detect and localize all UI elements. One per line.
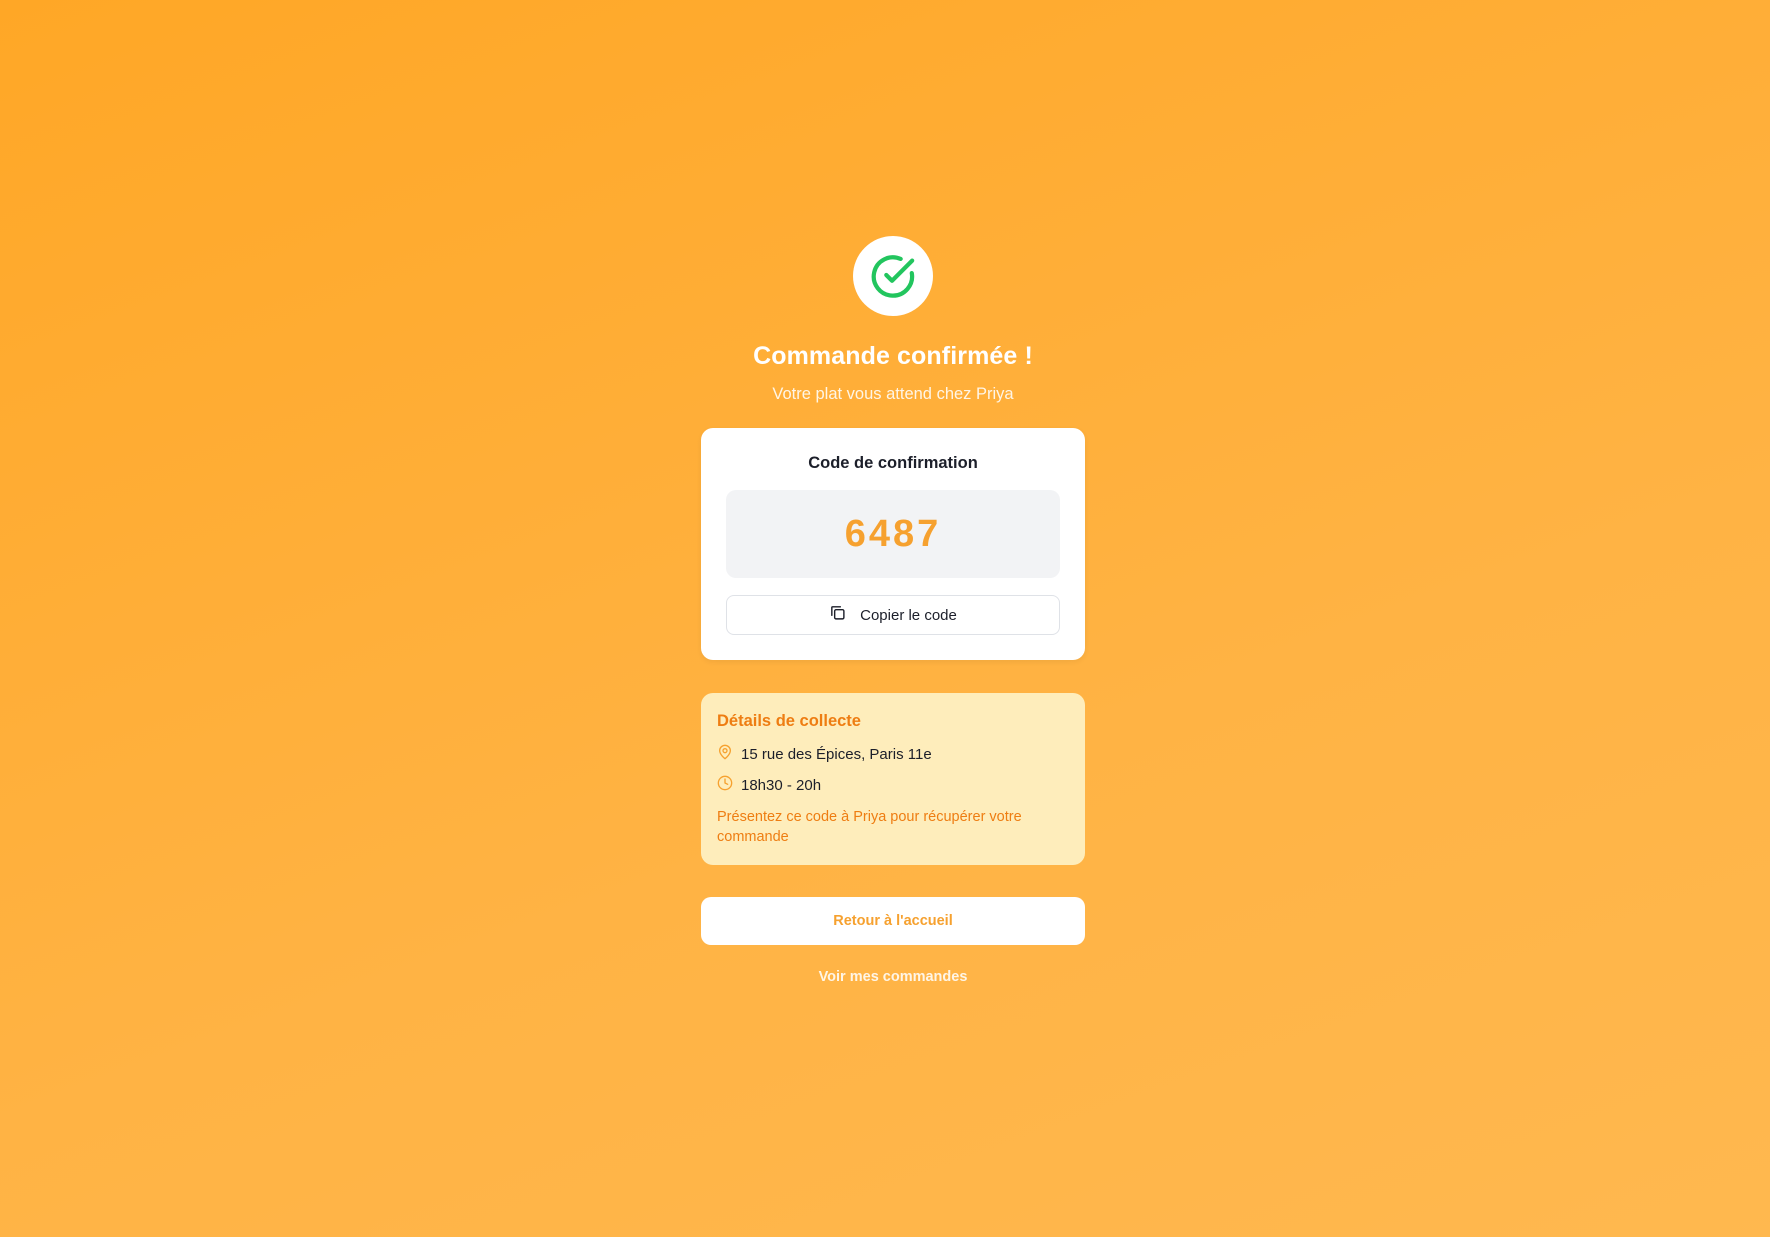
map-pin-icon [717,744,733,765]
time-row: 18h30 - 20h [717,775,1069,796]
confirmation-page: Commande confirmée ! Votre plat vous att… [0,0,1770,1237]
copy-code-button[interactable]: Copier le code [726,595,1060,635]
confirmation-column: Commande confirmée ! Votre plat vous att… [701,236,1085,985]
details-title: Détails de collecte [717,712,861,730]
copy-code-label: Copier le code [860,606,957,624]
pickup-time: 18h30 - 20h [741,777,822,794]
page-subtitle: Votre plat vous attend chez Priya [772,385,1014,403]
pickup-address: 15 rue des Épices, Paris 11e [741,746,932,763]
code-card-title: Code de confirmation [808,454,978,472]
confirmation-code: 6487 [844,512,942,555]
clock-icon [717,775,733,796]
page-title: Commande confirmée ! [753,342,1033,370]
check-circle-icon [853,236,933,316]
copy-icon [829,604,846,626]
back-home-button[interactable]: Retour à l'accueil [701,897,1085,945]
pickup-note: Présentez ce code à Priya pour récupérer… [717,809,1022,845]
address-row: 15 rue des Épices, Paris 11e [717,744,1069,765]
my-orders-link[interactable]: Voir mes commandes [819,969,968,985]
pickup-details-card: Détails de collecte 15 rue des Épices, P… [701,693,1085,865]
back-home-label: Retour à l'accueil [833,913,953,929]
confirmation-code-card: Code de confirmation 6487 Copier le code [701,428,1085,660]
code-box: 6487 [726,490,1060,578]
window-edge [1770,0,1790,1237]
